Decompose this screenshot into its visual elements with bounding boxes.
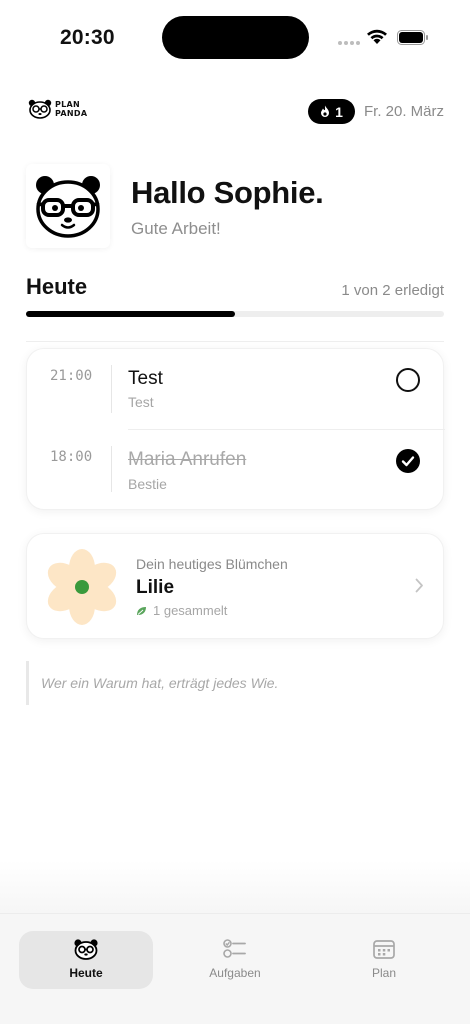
status-bar: 20:30 <box>0 0 470 80</box>
flame-icon <box>321 105 330 117</box>
task-checkbox-checked[interactable] <box>396 449 420 473</box>
task-subtitle: Bestie <box>128 476 167 492</box>
task-list: 21:00 Test Test 18:00 Maria Anrufen Best… <box>26 348 445 510</box>
tab-bar: Heute Aufgaben Plan <box>0 913 470 1024</box>
checklist-icon <box>223 939 246 958</box>
flower-name: Lilie <box>136 577 175 598</box>
flower-caption: Dein heutiges Blümchen <box>136 556 288 572</box>
panda-logo-icon <box>28 99 52 119</box>
flower-count: 1 gesammelt <box>136 603 227 618</box>
task-title: Maria Anrufen <box>128 449 247 470</box>
daily-quote: Wer ein Warum hat, erträgt jedes Wie. <box>26 661 444 705</box>
panda-avatar-icon <box>36 176 100 238</box>
divider <box>26 341 444 342</box>
greeting-title: Hallo Sophie. <box>131 175 324 210</box>
wifi-icon <box>367 29 387 44</box>
tab-aufgaben[interactable]: Aufgaben <box>168 931 302 989</box>
tab-label: Heute <box>69 966 103 980</box>
current-date: Fr. 20. März <box>364 103 445 120</box>
cellular-signal-icon <box>338 41 360 45</box>
plan-panda-logo: PLAN PANDA <box>28 99 87 119</box>
dynamic-island <box>162 16 309 59</box>
bottom-fade <box>0 860 470 914</box>
tab-label: Aufgaben <box>209 966 261 980</box>
task-time: 21:00 <box>50 368 93 384</box>
progress-bar-fill <box>26 311 235 317</box>
task-time: 18:00 <box>50 449 93 465</box>
task-item-test[interactable]: 21:00 Test Test <box>27 349 445 430</box>
task-separator <box>111 446 112 492</box>
task-checkbox-unchecked[interactable] <box>396 368 420 392</box>
streak-count: 1 <box>335 103 343 120</box>
progress-bar <box>26 311 444 317</box>
flower-icon <box>47 549 117 625</box>
progress-label: 1 von 2 erledigt <box>341 282 444 299</box>
today-title: Heute <box>26 274 88 299</box>
streak-badge[interactable]: 1 <box>308 99 355 124</box>
logo-text-line2: PANDA <box>55 109 88 118</box>
task-subtitle: Test <box>128 394 154 410</box>
task-separator <box>111 365 112 413</box>
leaf-icon <box>137 606 146 615</box>
chevron-right-icon <box>415 578 423 593</box>
battery-icon <box>397 30 428 45</box>
quote-text: Wer ein Warum hat, erträgt jedes Wie. <box>41 675 279 691</box>
status-time: 20:30 <box>60 26 115 49</box>
checkmark-icon <box>401 456 415 467</box>
task-item-maria-anrufen[interactable]: 18:00 Maria Anrufen Bestie <box>27 430 445 510</box>
greeting-subtitle: Gute Arbeit! <box>131 219 221 238</box>
task-title: Test <box>128 368 163 389</box>
panda-icon <box>74 939 98 960</box>
logo-text-line1: PLAN <box>55 100 81 109</box>
avatar[interactable] <box>26 164 110 248</box>
flower-count-label: 1 gesammelt <box>153 603 228 618</box>
tab-plan[interactable]: Plan <box>317 931 451 989</box>
tab-label: Plan <box>371 966 397 980</box>
daily-flower-card[interactable]: Dein heutiges Blümchen Lilie 1 gesammelt <box>26 533 444 639</box>
calendar-icon <box>373 940 395 959</box>
tab-heute[interactable]: Heute <box>19 931 153 989</box>
